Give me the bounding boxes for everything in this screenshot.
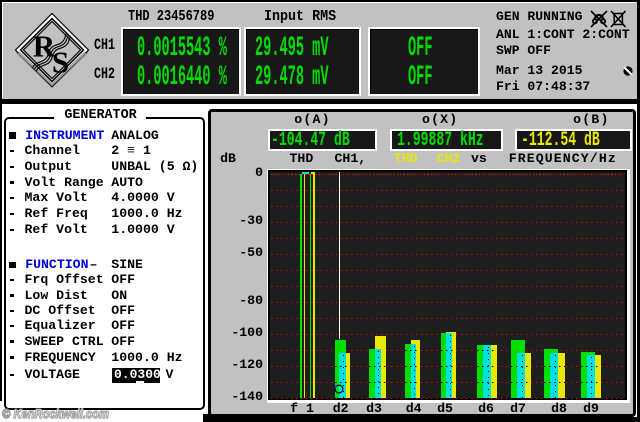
svg-text:S: S	[52, 45, 69, 80]
